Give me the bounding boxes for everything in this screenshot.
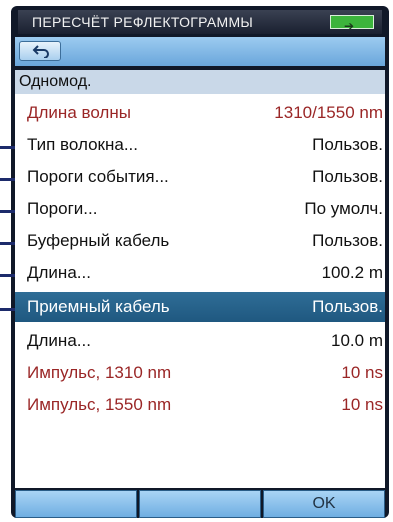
row-label: Тип волокна...	[27, 135, 138, 154]
toolbar	[15, 37, 385, 66]
row-fiber-type[interactable]: Тип волокна... Пользов.	[15, 130, 385, 160]
row-label: Длина волны	[27, 103, 131, 122]
title-bar: ПЕРЕСЧЁТ РЕФЛЕКТОГРАММЫ ➔	[18, 10, 382, 34]
ok-button[interactable]: OK	[263, 490, 385, 518]
row-label: Импульс, 1550 nm	[27, 395, 172, 414]
row-label: Длина...	[27, 263, 91, 282]
callout-marker	[0, 242, 15, 245]
softkey-bar: OK	[15, 490, 385, 518]
row-pulse-1550[interactable]: Импульс, 1550 nm 10 ns	[15, 390, 385, 420]
row-label: Буферный кабель	[27, 231, 170, 250]
callout-marker	[0, 178, 15, 181]
row-wavelength[interactable]: Длина волны 1310/1550 nm	[15, 98, 385, 128]
row-receive-length[interactable]: Длина... 10.0 m	[15, 326, 385, 356]
row-value: Пользов.	[312, 297, 383, 316]
row-value: Пользов.	[312, 135, 383, 154]
row-label: Пороги события...	[27, 167, 169, 186]
row-value: Пользов.	[312, 231, 383, 250]
row-value: 1310/1550 nm	[274, 103, 383, 122]
row-thresholds[interactable]: Пороги... По умолч.	[15, 194, 385, 224]
callout-marker	[0, 274, 15, 277]
softkey-2[interactable]	[139, 490, 261, 518]
settings-list: Одномод. Длина волны 1310/1550 nm Тип во…	[15, 70, 385, 488]
callout-marker	[0, 146, 15, 149]
row-label: Приемный кабель	[27, 297, 170, 316]
row-value: Пользов.	[312, 167, 383, 186]
row-label: Пороги...	[27, 199, 98, 218]
row-value: 10 ns	[341, 363, 383, 382]
row-label: Импульс, 1310 nm	[27, 363, 172, 382]
plug-icon: ➔	[344, 19, 355, 33]
section-header: Одномод.	[15, 70, 385, 94]
softkey-1[interactable]	[15, 490, 137, 518]
back-button[interactable]	[19, 41, 61, 61]
row-launch-length[interactable]: Длина... 100.2 m	[15, 258, 385, 288]
window-title: ПЕРЕСЧЁТ РЕФЛЕКТОГРАММЫ	[32, 14, 254, 30]
row-event-thresholds[interactable]: Пороги события... Пользов.	[15, 162, 385, 192]
row-receive-cable[interactable]: Приемный кабель Пользов.	[15, 292, 385, 322]
row-value: 10 ns	[341, 395, 383, 414]
row-value: 10.0 m	[331, 331, 383, 350]
row-label: Длина...	[27, 331, 91, 350]
callout-marker	[0, 210, 15, 213]
row-value: 100.2 m	[321, 263, 383, 282]
back-arrow-icon	[32, 45, 49, 58]
row-value: По умолч.	[304, 199, 383, 218]
row-pulse-1310[interactable]: Импульс, 1310 nm 10 ns	[15, 358, 385, 388]
row-launch-cable[interactable]: Буферный кабель Пользов.	[15, 226, 385, 256]
battery-icon: ➔	[330, 15, 374, 33]
callout-marker	[0, 308, 15, 311]
